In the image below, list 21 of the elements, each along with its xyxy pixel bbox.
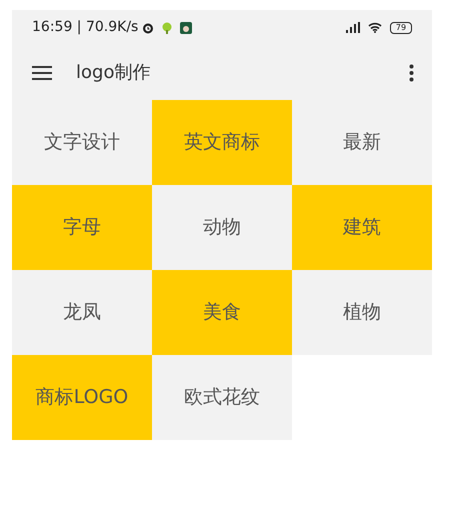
category-tile[interactable]: 建筑 [292,185,432,270]
category-tile[interactable]: 最新 [292,100,432,185]
app-title: logo制作 [76,61,150,85]
category-tile[interactable]: 植物 [292,270,432,355]
category-tile[interactable]: 文字设计 [12,100,152,185]
alarm-clock-icon [142,22,154,34]
category-tile[interactable]: 字母 [12,185,152,270]
category-tile[interactable]: 欧式花纹 [152,355,292,440]
category-tile[interactable]: 动物 [152,185,292,270]
status-time: 16:59 | 70.9K/s [32,18,138,37]
category-tile[interactable]: 龙凤 [12,270,152,355]
battery-level: 79 [390,22,412,34]
app-icon [180,22,192,34]
category-tile[interactable]: 英文商标 [152,100,292,185]
tree-icon [162,22,172,34]
signal-icon [346,22,360,33]
wifi-icon [368,22,382,33]
category-tile[interactable]: 商标LOGO [12,355,152,440]
category-tile[interactable]: 美食 [152,270,292,355]
menu-icon[interactable] [32,66,52,80]
more-options-icon[interactable] [409,64,414,82]
